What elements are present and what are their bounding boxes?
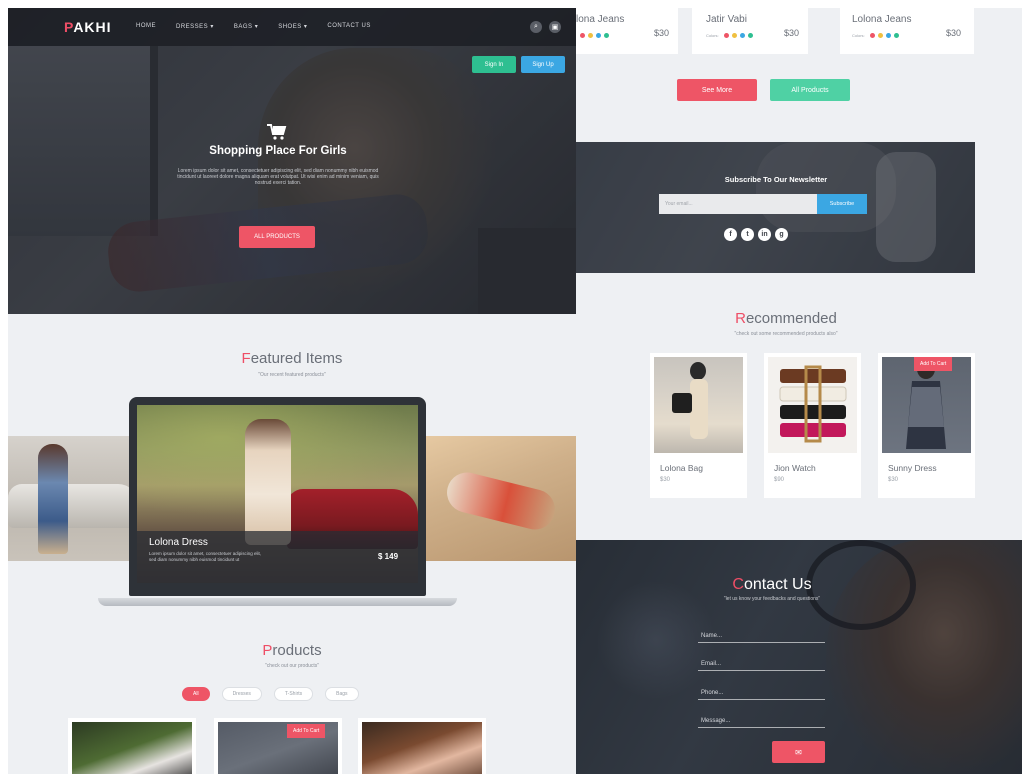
hero-section: PAKHI HOME DRESSES ▾ BAGS ▾ SHOES ▾ CONT… (8, 8, 576, 314)
sign-up-button[interactable]: Sign Up (521, 56, 565, 73)
phone-field[interactable]: Phone... (698, 682, 825, 700)
recommended-subtitle: "check out some recommended products als… (734, 331, 838, 337)
nav-menu: HOME DRESSES ▾ BAGS ▾ SHOES ▾ CONTACT US (136, 23, 371, 30)
product-card[interactable]: Lolona Jeans Colors: $30 (840, 8, 974, 54)
products-title: Products (262, 642, 322, 659)
product-card[interactable]: Jatir Vabi Colors: $30 (692, 8, 808, 54)
color-swatches (580, 33, 609, 38)
featured-title: Featured Items (241, 350, 343, 367)
product-name: lona Jeans (576, 14, 625, 25)
message-field[interactable]: Message... (698, 710, 825, 728)
linkedin-icon[interactable]: in (758, 228, 771, 241)
product-image (362, 722, 482, 774)
color-swatches: Colors: (706, 33, 753, 38)
add-to-cart-button[interactable]: Add To Cart (287, 724, 326, 738)
product-price: $30 (888, 477, 899, 483)
product-card[interactable]: lona Jeans $30 (576, 8, 678, 54)
facebook-icon[interactable]: f (724, 228, 737, 241)
products-subtitle: "check out our products" (264, 663, 320, 669)
recommended-card[interactable]: Add To Cart Sunny Dress $30 (878, 353, 975, 498)
brand-logo[interactable]: PAKHI (64, 19, 112, 35)
nav-item-contact[interactable]: CONTACT US (327, 23, 370, 30)
recommended-title: Recommended (735, 310, 837, 327)
nav-item-home[interactable]: HOME (136, 23, 156, 30)
search-icon[interactable]: ⌕ (530, 21, 542, 33)
newsletter-email-input[interactable]: Your email... (659, 194, 817, 214)
settings-icon[interactable]: ▣ (549, 21, 561, 33)
google-icon[interactable]: g (775, 228, 788, 241)
featured-slide[interactable]: Lolona Dress Lorem ipsum dolor sit amet,… (137, 405, 418, 583)
laptop-base (98, 598, 457, 606)
product-price: $30 (654, 28, 670, 38)
product-price: $30 (784, 28, 800, 38)
recommended-card[interactable]: Lolona Bag $30 (650, 353, 747, 498)
email-field[interactable]: Email... (698, 653, 825, 671)
product-card[interactable] (68, 718, 196, 774)
hero-text: Lorem ipsum dolor sit amet, consectetuer… (177, 168, 379, 186)
featured-item-price: $ 149 (378, 552, 399, 561)
featured-item-name: Lolona Dress (149, 537, 208, 548)
carousel-next-slide[interactable] (426, 436, 576, 561)
send-icon: ✉ (795, 747, 802, 757)
product-image (72, 722, 192, 774)
subscribe-button[interactable]: Subscribe (817, 194, 867, 214)
left-page: PAKHI HOME DRESSES ▾ BAGS ▾ SHOES ▾ CONT… (8, 8, 576, 774)
contact-subtitle: "let us know your feedbacks and question… (723, 596, 821, 602)
product-image (768, 357, 857, 453)
recommended-card[interactable]: Jion Watch $90 (764, 353, 861, 498)
filter-tshirts[interactable]: T-Shirts (273, 687, 314, 701)
product-name: Jion Watch (774, 463, 816, 473)
featured-subtitle: "Our recent featured products" (258, 372, 326, 378)
product-name: Sunny Dress (888, 463, 937, 473)
product-image (882, 357, 971, 453)
product-price: $90 (774, 477, 785, 483)
name-field[interactable]: Name... (698, 625, 825, 643)
product-name: Lolona Bag (660, 463, 704, 473)
newsletter-section: Subscribe To Our Newsletter Your email..… (576, 142, 975, 273)
nav-item-shoes[interactable]: SHOES ▾ (278, 23, 307, 30)
filter-dresses[interactable]: Dresses (221, 687, 262, 701)
product-name: Lolona Jeans (852, 14, 912, 25)
see-more-button[interactable]: See More (677, 79, 757, 101)
cart-icon (267, 124, 287, 145)
all-products-button[interactable]: ALL PRODUCTS (239, 226, 315, 248)
hero-title: Shopping Place For Girls (209, 145, 347, 157)
add-to-cart-button[interactable]: Add To Cart (914, 357, 953, 371)
carousel-prev-slide[interactable] (8, 436, 138, 561)
send-button[interactable]: ✉ (772, 741, 825, 763)
product-card[interactable] (358, 718, 486, 774)
newsletter-title: Subscribe To Our Newsletter (724, 175, 828, 184)
featured-item-text: Lorem ipsum dolor sit amet, consectetuer… (149, 551, 262, 562)
top-nav: PAKHI HOME DRESSES ▾ BAGS ▾ SHOES ▾ CONT… (8, 8, 576, 46)
product-price: $30 (946, 28, 962, 38)
social-links: f t in g (724, 228, 788, 241)
nav-item-dresses[interactable]: DRESSES ▾ (176, 23, 214, 30)
product-image (654, 357, 743, 453)
filter-bags[interactable]: Bags (325, 687, 359, 701)
nav-item-bags[interactable]: BAGS ▾ (234, 23, 258, 30)
all-products-button[interactable]: All Products (770, 79, 850, 101)
sign-in-button[interactable]: Sign In (472, 56, 516, 73)
filter-all[interactable]: All (182, 687, 210, 701)
product-filters: All Dresses T-Shirts Bags (182, 687, 359, 701)
twitter-icon[interactable]: t (741, 228, 754, 241)
product-name: Jatir Vabi (706, 14, 747, 25)
contact-title: Contact Us (732, 576, 812, 593)
featured-laptop: Lolona Dress Lorem ipsum dolor sit amet,… (129, 397, 426, 596)
product-price: $30 (660, 477, 671, 483)
color-swatches: Colors: (852, 33, 899, 38)
right-page: lona Jeans $30 Jatir Vabi Colors: $30 Lo… (576, 8, 1022, 774)
contact-section: Contact Us "let us know your feedbacks a… (576, 540, 1022, 774)
